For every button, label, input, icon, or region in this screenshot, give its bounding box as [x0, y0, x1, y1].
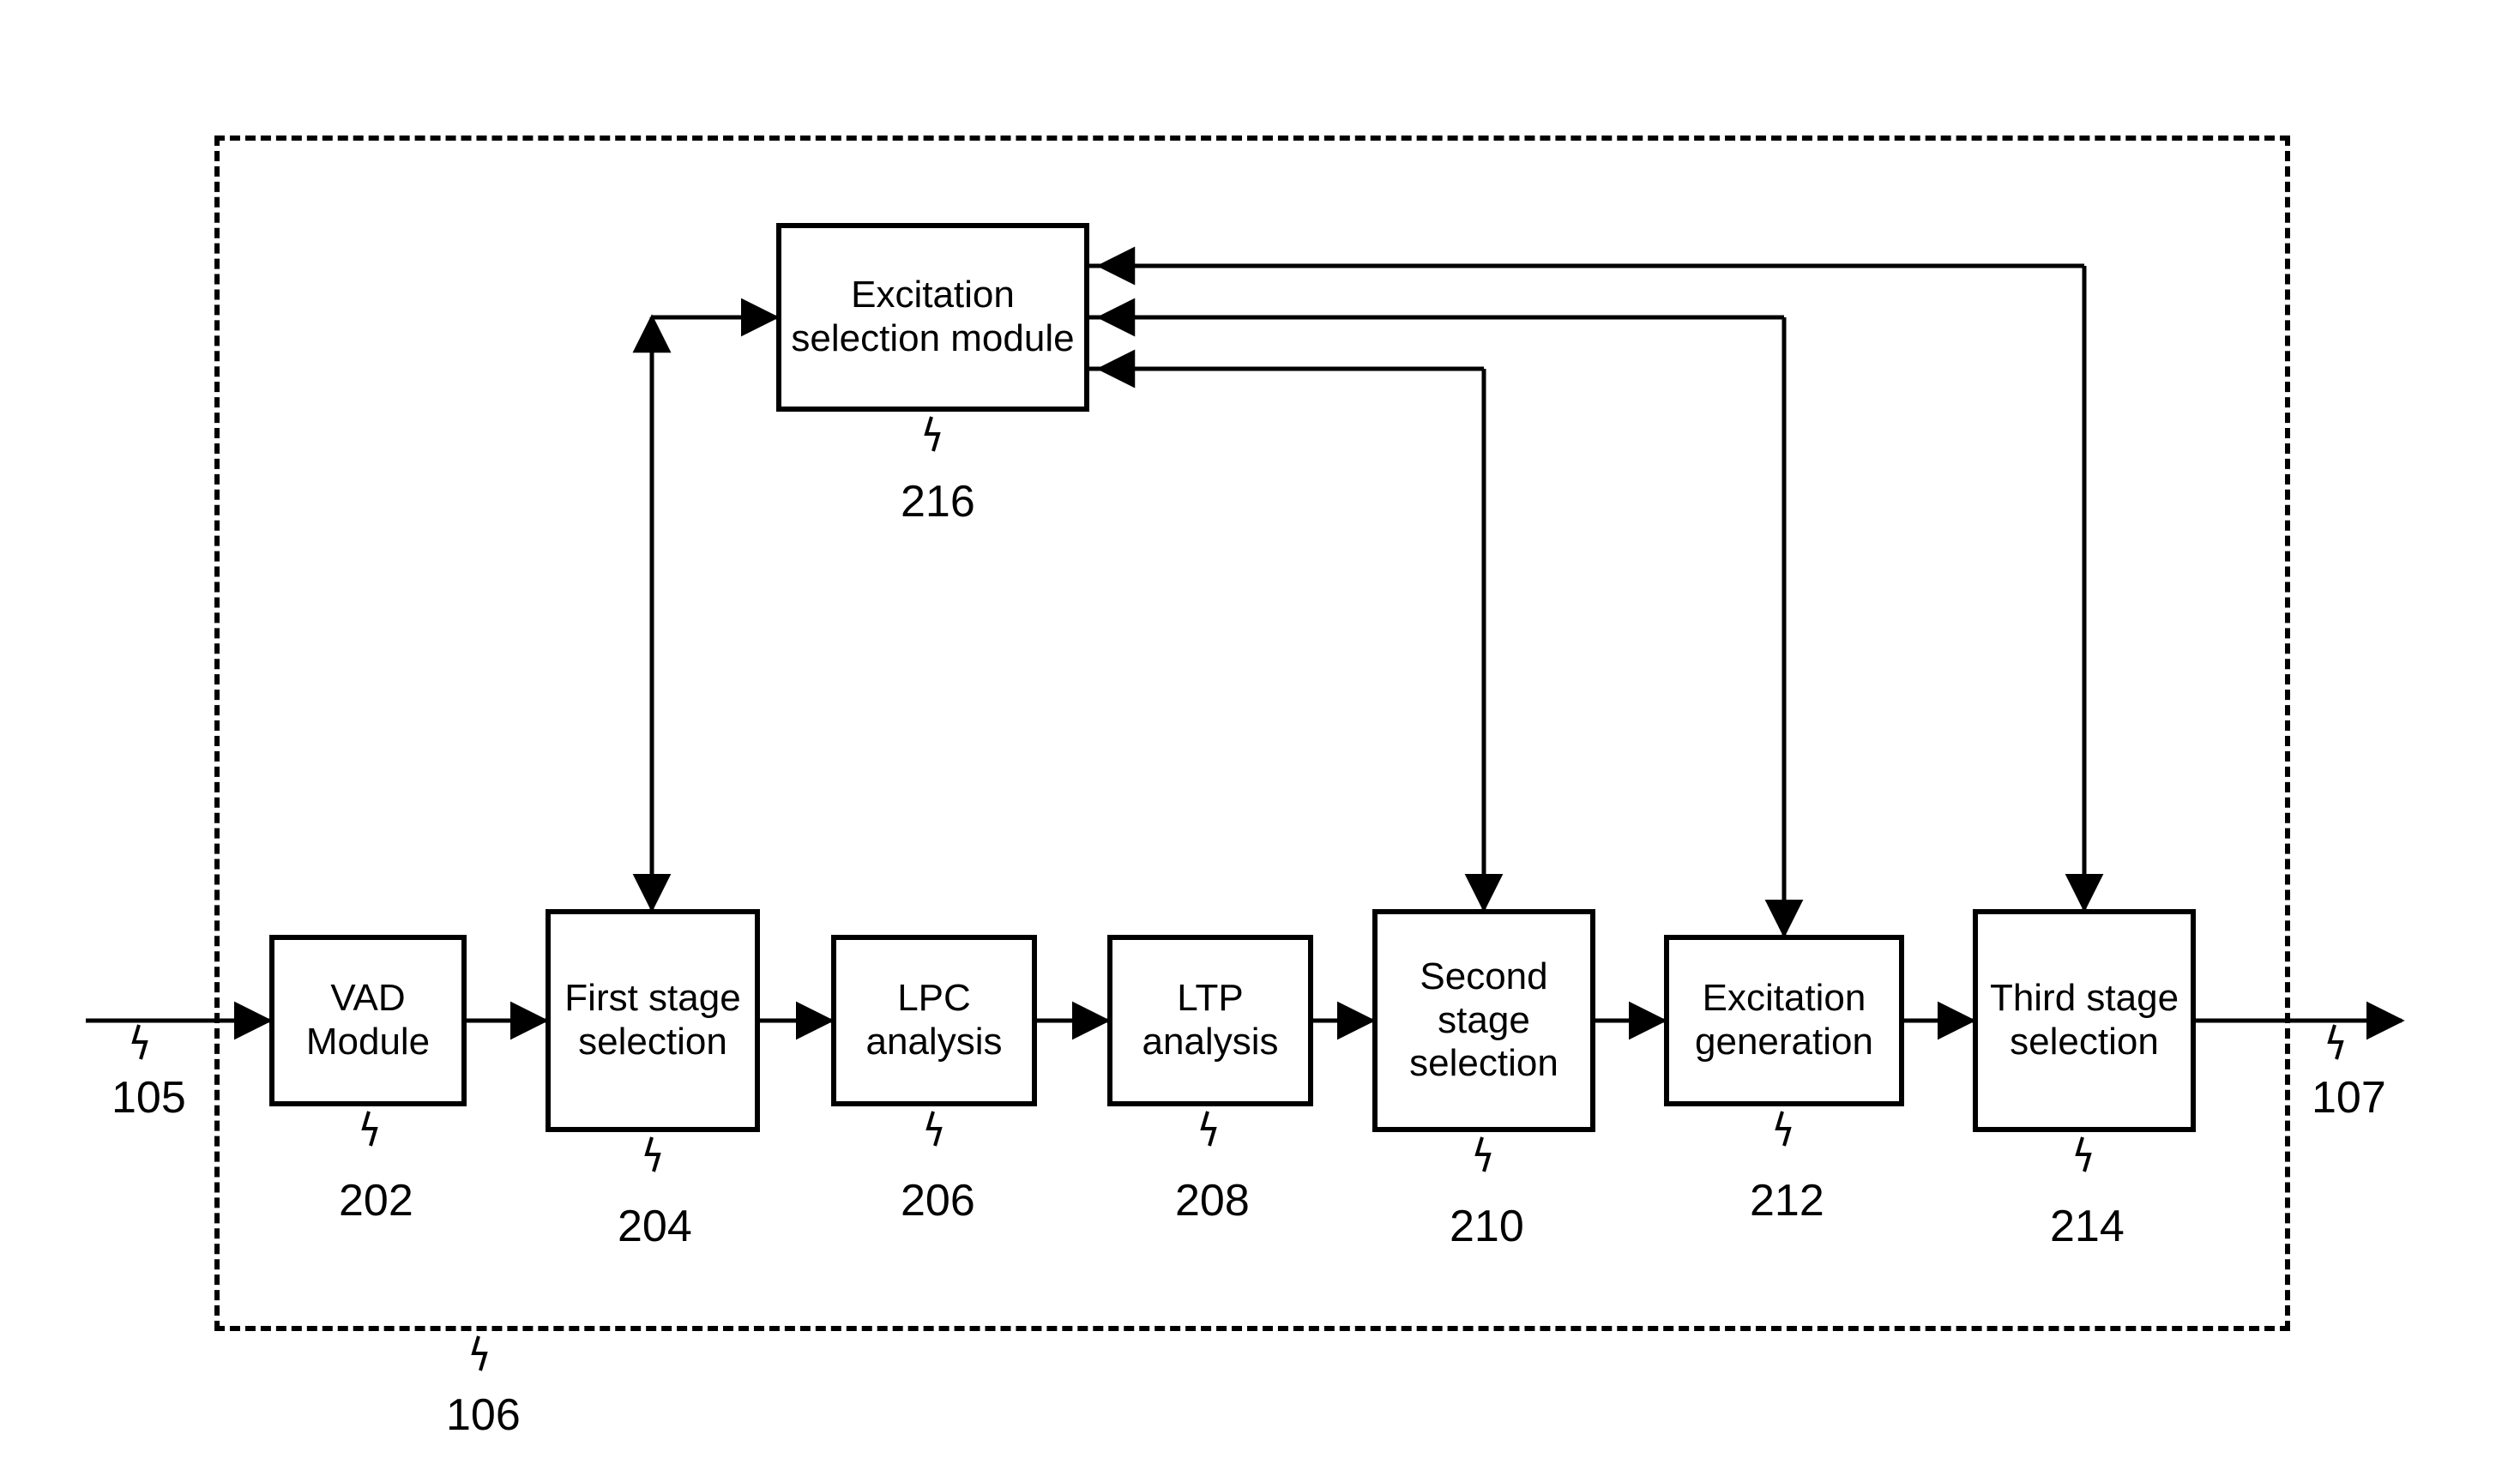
block-third-stage-selection: Third stage selection: [1973, 909, 2196, 1132]
block-vad-module: VAD Module: [269, 935, 467, 1106]
block-label: First stage selection: [559, 977, 746, 1063]
block-excitation-generation: Excitation generation: [1664, 935, 1904, 1106]
module-boundary-106: [214, 136, 2290, 1331]
diagram-canvas: Excitation selection module VAD Module F…: [0, 0, 2520, 1470]
block-first-stage-selection: First stage selection: [546, 909, 760, 1132]
block-ltp-analysis: LTP analysis: [1107, 935, 1313, 1106]
block-excitation-selection-module: Excitation selection module: [776, 223, 1089, 412]
ref-206: 206: [901, 1175, 975, 1226]
ref-208: 208: [1175, 1175, 1250, 1226]
ref-210: 210: [1450, 1201, 1524, 1252]
ref-212: 212: [1750, 1175, 1824, 1226]
ref-204: 204: [618, 1201, 692, 1252]
block-second-stage-selection: Second stage selection: [1372, 909, 1595, 1132]
ref-216: 216: [901, 476, 975, 527]
ref-214: 214: [2050, 1201, 2125, 1252]
block-label: Second stage selection: [1386, 955, 1582, 1086]
block-label: LPC analysis: [845, 977, 1023, 1063]
block-label: Excitation generation: [1678, 977, 1890, 1063]
block-lpc-analysis: LPC analysis: [831, 935, 1037, 1106]
block-label: VAD Module: [283, 977, 453, 1063]
block-label: Third stage selection: [1986, 977, 2182, 1063]
ref-input: 105: [112, 1072, 186, 1124]
block-label: Excitation selection module: [790, 274, 1076, 360]
ref-202: 202: [339, 1175, 413, 1226]
ref-106: 106: [446, 1389, 521, 1441]
block-label: LTP analysis: [1121, 977, 1299, 1063]
ref-output: 107: [2312, 1072, 2386, 1124]
